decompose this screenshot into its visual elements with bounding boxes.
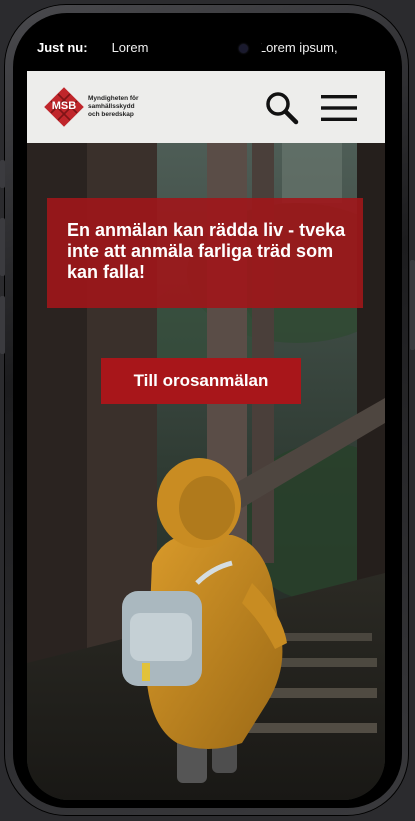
logo-name-line: Myndigheten för	[88, 95, 139, 102]
alert-headline: En anmälan kan rädda liv - tveka inte at…	[67, 220, 346, 282]
logo-name-line: och beredskap	[88, 111, 134, 118]
volume-down-button	[0, 296, 5, 354]
phone-bezel: Just nu: Lorem ipsum, dolor Lorem ipsum,…	[13, 13, 402, 808]
msb-logo[interactable]: MSB Myndigheten för samhällsskydd och be…	[44, 87, 148, 127]
front-camera	[239, 44, 248, 53]
search-icon	[266, 92, 299, 125]
dynamic-island	[149, 32, 262, 65]
power-button	[410, 260, 415, 350]
alert-headline-box: En anmälan kan rädda liv - tveka inte at…	[47, 198, 363, 308]
hamburger-menu-icon	[321, 95, 357, 121]
logo-name-line: samhällsskydd	[88, 103, 135, 110]
silent-switch	[0, 160, 5, 188]
logo-abbreviation: MSB	[51, 100, 77, 112]
logo-agency-name: Myndigheten för samhällsskydd och bereds…	[88, 95, 148, 119]
screen: Just nu: Lorem ipsum, dolor Lorem ipsum,…	[27, 23, 385, 800]
search-button[interactable]	[265, 91, 299, 125]
menu-button[interactable]	[321, 95, 357, 121]
ticker-item[interactable]: Lorem ipsum,	[259, 40, 338, 55]
ticker-label: Just nu:	[37, 39, 88, 55]
site-header: MSB Myndigheten för samhällsskydd och be…	[27, 71, 385, 143]
msb-logo-mark: MSB	[44, 87, 84, 127]
volume-up-button	[0, 218, 5, 276]
hero-section: En anmälan kan rädda liv - tveka inte at…	[27, 143, 385, 800]
report-concern-button[interactable]: Till orosanmälan	[101, 358, 301, 404]
